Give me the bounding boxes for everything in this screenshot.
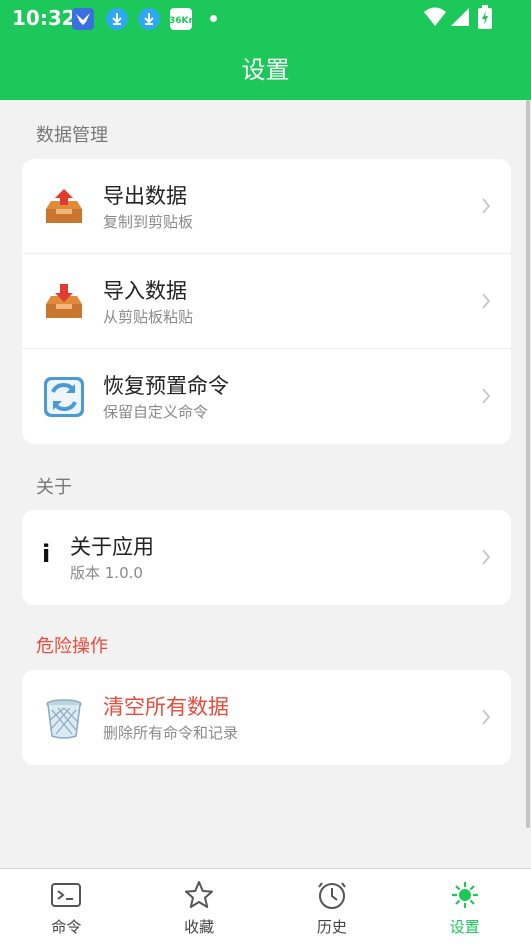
clear-all-data-title: 清空所有数据 bbox=[103, 695, 229, 719]
restore-arrows-icon bbox=[42, 375, 86, 419]
36kr-badge-text: 36Kr bbox=[170, 16, 192, 26]
export-data-row[interactable]: 导出数据 复制到剪贴板 bbox=[22, 159, 511, 254]
export-data-title: 导出数据 bbox=[103, 184, 187, 208]
export-tray-icon bbox=[42, 185, 86, 229]
bottom-nav: 命令 收藏 历史 设置 bbox=[0, 868, 531, 944]
terminal-icon bbox=[50, 879, 82, 911]
clear-all-data-subtitle: 删除所有命令和记录 bbox=[103, 724, 239, 742]
clock-icon bbox=[316, 879, 348, 911]
app-header: 10:32 36Kr 设置 bbox=[0, 0, 531, 100]
chevron-right-icon bbox=[482, 388, 491, 404]
nav-item-settings[interactable]: 设置 bbox=[398, 869, 531, 944]
nav-item-commands[interactable]: 命令 bbox=[0, 869, 133, 944]
import-data-title: 导入数据 bbox=[103, 279, 187, 303]
36kr-icon: 36Kr bbox=[170, 8, 192, 30]
restore-commands-row[interactable]: 恢复预置命令 保留自定义命令 bbox=[22, 349, 511, 444]
battery-charging-icon bbox=[478, 5, 492, 33]
nav-item-history[interactable]: 历史 bbox=[266, 869, 399, 944]
notification-dot bbox=[210, 15, 217, 22]
about-app-title: 关于应用 bbox=[70, 535, 154, 559]
bird-app-icon bbox=[72, 8, 94, 30]
nav-item-favorites[interactable]: 收藏 bbox=[133, 869, 266, 944]
signal-icon bbox=[450, 6, 470, 32]
export-data-subtitle: 复制到剪贴板 bbox=[103, 213, 194, 231]
nav-label-settings: 设置 bbox=[449, 918, 480, 936]
restore-commands-subtitle: 保留自定义命令 bbox=[103, 403, 209, 421]
clear-all-data-row[interactable]: 清空所有数据 删除所有命令和记录 bbox=[22, 670, 511, 765]
trash-basket-icon bbox=[42, 696, 86, 740]
import-data-subtitle: 从剪贴板粘贴 bbox=[103, 308, 194, 326]
chevron-right-icon bbox=[482, 198, 491, 214]
page-title: 设置 bbox=[241, 56, 290, 84]
chevron-right-icon bbox=[482, 709, 491, 725]
nav-label-favorites: 收藏 bbox=[184, 918, 215, 936]
import-data-row[interactable]: 导入数据 从剪贴板粘贴 bbox=[22, 254, 511, 349]
scrollbar[interactable] bbox=[526, 100, 530, 828]
download-icon bbox=[106, 8, 128, 30]
section-label-data: 数据管理 bbox=[36, 125, 108, 146]
section-label-danger: 危险操作 bbox=[36, 636, 108, 657]
nav-label-commands: 命令 bbox=[51, 918, 82, 936]
info-icon: i bbox=[42, 540, 51, 568]
download-icon bbox=[138, 8, 160, 30]
app-version: 版本 1.0.0 bbox=[70, 564, 143, 582]
star-icon bbox=[183, 879, 215, 911]
status-bar: 10:32 36Kr bbox=[0, 0, 531, 36]
about-card: i 关于应用 版本 1.0.0 bbox=[22, 510, 511, 605]
restore-commands-title: 恢复预置命令 bbox=[103, 374, 229, 398]
data-management-card: 导出数据 复制到剪贴板 导入数据 从剪贴板粘贴 恢复预置命令 保留自定义命令 bbox=[22, 159, 511, 444]
chevron-right-icon bbox=[482, 549, 491, 565]
danger-card: 清空所有数据 删除所有命令和记录 bbox=[22, 670, 511, 765]
import-tray-icon bbox=[42, 280, 86, 324]
section-label-about: 关于 bbox=[36, 477, 72, 498]
sun-icon bbox=[449, 879, 481, 911]
wifi-icon bbox=[423, 6, 447, 32]
nav-label-history: 历史 bbox=[316, 918, 347, 936]
chevron-right-icon bbox=[482, 293, 491, 309]
about-app-row[interactable]: i 关于应用 版本 1.0.0 bbox=[22, 510, 511, 605]
status-time: 10:32 bbox=[12, 6, 76, 30]
